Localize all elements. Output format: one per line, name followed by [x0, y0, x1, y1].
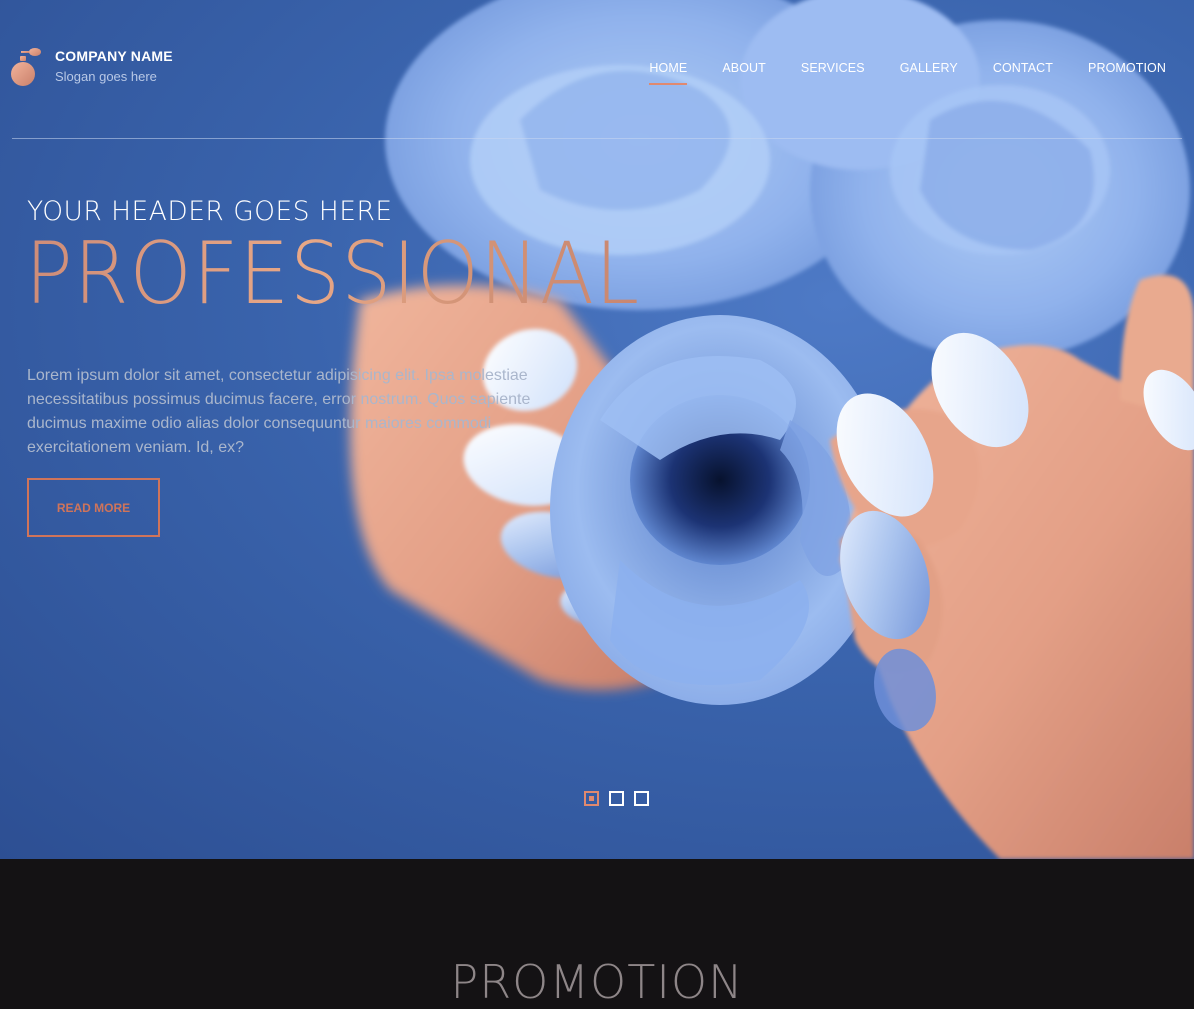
nav-item-services[interactable]: SERVICES — [801, 61, 865, 85]
hero-slider: COMPANY NAME Slogan goes here HOME ABOUT… — [0, 0, 1194, 859]
brand: COMPANY NAME Slogan goes here — [55, 47, 173, 86]
slider-dot-1[interactable] — [584, 791, 599, 806]
nav-item-gallery[interactable]: GALLERY — [900, 61, 958, 85]
company-name[interactable]: COMPANY NAME — [55, 47, 173, 65]
slider-dot-2[interactable] — [609, 791, 624, 806]
nav-item-about[interactable]: ABOUT — [722, 61, 766, 85]
slider-pagination — [584, 791, 649, 806]
nav-item-home[interactable]: HOME — [649, 61, 688, 85]
company-slogan: Slogan goes here — [55, 69, 157, 84]
perfume-bottle-icon[interactable] — [10, 44, 44, 90]
promotion-title: PROMOTION — [450, 955, 744, 1009]
hero-title: PROFESSIONAL — [25, 224, 640, 324]
read-more-button[interactable]: READ MORE — [27, 478, 160, 537]
promotion-section: PROMOTION — [0, 859, 1194, 1009]
slider-dot-3[interactable] — [634, 791, 649, 806]
header-divider — [12, 138, 1182, 139]
hero-body-text: Lorem ipsum dolor sit amet, consectetur … — [27, 367, 531, 456]
main-nav: HOME ABOUT SERVICES GALLERY CONTACT PROM… — [649, 61, 1166, 85]
hero-kicker: YOUR HEADER GOES HERE — [27, 196, 393, 227]
nav-item-contact[interactable]: CONTACT — [993, 61, 1053, 85]
nav-item-promotion[interactable]: PROMOTION — [1088, 61, 1166, 85]
